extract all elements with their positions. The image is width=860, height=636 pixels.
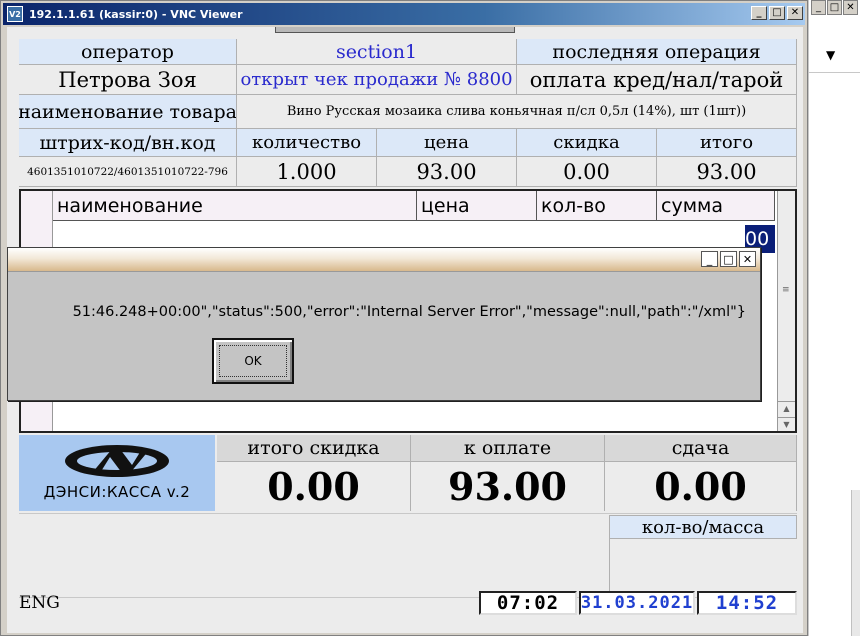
ok-button[interactable]: OK [212,338,294,384]
background-scrollbar[interactable] [851,490,860,636]
change-label: сдача [605,435,797,461]
minimize-icon[interactable]: _ [811,0,826,15]
dialog-window-controls: _ □ ✕ [701,251,756,267]
price-label: цена [377,129,517,157]
vnc-window: V2 192.1.1.61 (kassir:0) - VNC Viewer _ … [0,0,808,636]
vnc-title-bar[interactable]: V2 192.1.1.61 (kassir:0) - VNC Viewer _ … [3,3,805,25]
last-operation-label: последняя операция [517,39,797,65]
barcode-label: штрих-код/вн.код [19,129,237,157]
product-name: Вино Русская мозаика слива коньячная п/с… [237,95,797,129]
vnc-window-title: 192.1.1.61 (kassir:0) - VNC Viewer [29,7,243,21]
total-discount-label: итого скидка [217,435,411,461]
vnc-window-controls: _ □ ✕ [751,6,803,20]
column-header-price[interactable]: цена [417,191,537,221]
dialog-title-bar[interactable]: _ □ ✕ [8,248,760,272]
last-operation-value: оплата кред/нал/тарой [517,65,797,95]
keyboard-language: ENG [19,593,60,613]
shift-counter: 07:02 [479,591,577,615]
top-tab-bar [275,27,515,33]
discount-label: скидка [517,129,657,157]
error-dialog: _ □ ✕ 51:46.248+00:00","status":500,"err… [7,247,761,401]
chevron-down-icon[interactable]: ▼ [826,48,835,62]
divider [808,72,860,73]
table-scrollbar[interactable]: ≡ ▲ ▼ [777,191,795,431]
maximize-icon[interactable]: □ [769,6,785,20]
minimize-icon[interactable]: _ [751,6,767,20]
scroll-up-icon[interactable]: ▲ [778,401,795,415]
discount-value: 0.00 [517,157,657,187]
error-message-text: 51:46.248+00:00","status":500,"error":"I… [72,304,746,320]
column-header-sum[interactable]: сумма [657,191,775,221]
barcode-value: 4601351010722/4601351010722-796 [19,157,237,187]
total-value: 93.00 [657,157,797,187]
operator-name: Петрова Зоя [19,65,237,95]
total-discount-value: 0.00 [217,461,411,511]
densi-kassa-logo: ДЭНСИ:КАССА v.2 [19,435,215,511]
operator-label: оператор [19,39,237,65]
close-icon[interactable]: ✕ [739,251,756,267]
background-window-controls: _ □ ✕ [811,0,860,18]
section-label: section1 [237,39,517,65]
densi-logo-icon [65,445,169,477]
price-value: 93.00 [377,157,517,187]
scroll-down-icon[interactable]: ▼ [778,417,795,431]
quantity-value: 1.000 [237,157,377,187]
maximize-icon[interactable]: □ [720,251,737,267]
total-label: итого [657,129,797,157]
error-message: 51:46.248+00:00","status":500,"error":"I… [8,302,760,324]
column-header-quantity[interactable]: кол-во [537,191,657,221]
close-icon[interactable]: ✕ [787,6,803,20]
logo-text: ДЭНСИ:КАССА v.2 [43,483,191,501]
quantity-mass-label: кол-во/масса [609,515,797,539]
quantity-label: количество [237,129,377,157]
maximize-icon[interactable]: □ [827,0,842,15]
date-display: 31.03.2021 [579,591,695,615]
check-status: открыт чек продажи № 8800 [237,65,517,95]
time-display: 14:52 [697,591,797,615]
to-pay-label: к оплате [411,435,605,461]
minimize-icon[interactable]: _ [701,251,718,267]
change-value: 0.00 [605,461,797,511]
divider [19,513,797,514]
to-pay-value: 93.00 [411,461,605,511]
scroll-grip-icon[interactable]: ≡ [782,286,792,299]
remote-screen: оператор section1 последняя операция Пет… [7,27,803,633]
close-icon[interactable]: ✕ [843,0,858,15]
vnc-app-icon: V2 [7,6,23,22]
product-name-label: наименование товара [19,95,237,129]
column-header-name[interactable]: наименование [53,191,417,221]
quantity-mass-value [609,539,797,595]
